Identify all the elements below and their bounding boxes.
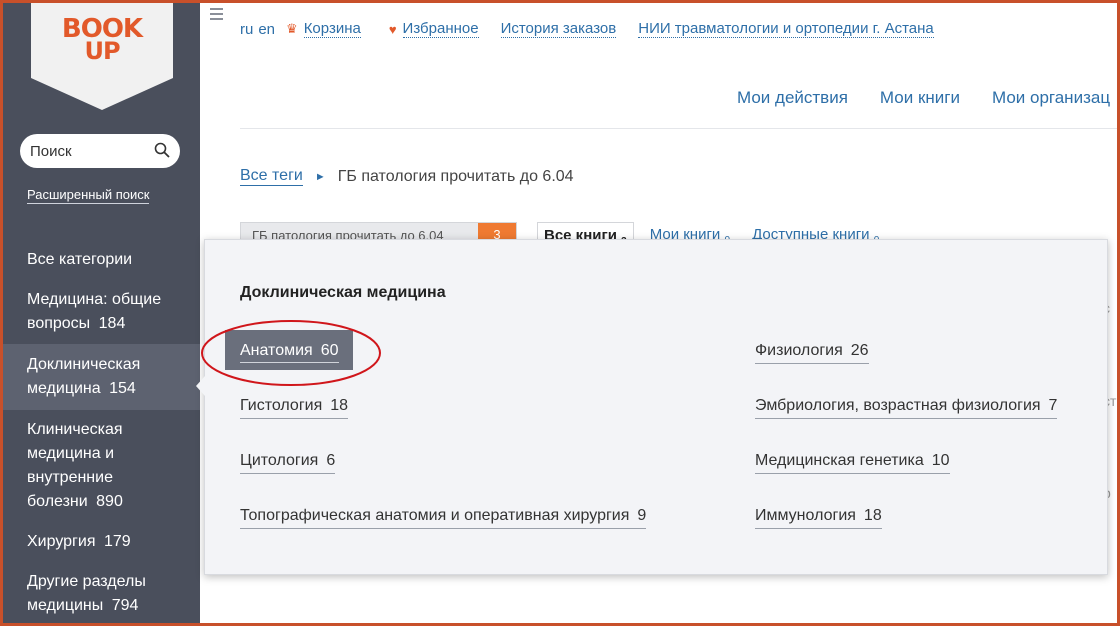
subcategory-count: 7	[1048, 397, 1058, 414]
search-icon[interactable]	[154, 142, 170, 158]
sidebar-item-count: 154	[109, 380, 136, 397]
subcategory-count: 10	[931, 452, 950, 469]
breadcrumb: Все теги ► ГБ патология прочитать до 6.0…	[240, 167, 574, 186]
nav-my-actions[interactable]: Мои действия	[737, 88, 848, 108]
search-box	[20, 134, 180, 168]
subcategory-embryology[interactable]: Эмбриология, возрастная физиология 7	[755, 397, 1058, 419]
favorites-link[interactable]: Избранное	[402, 20, 479, 38]
cart-link[interactable]: Корзина	[303, 20, 361, 38]
sidebar-item-label: Медицина: общие вопросы	[27, 291, 162, 332]
cart-icon: ♛	[286, 21, 298, 36]
sidebar-item-label: Хирургия	[27, 533, 96, 550]
sidebar-item-count: 179	[103, 533, 131, 550]
subcategory-histology[interactable]: Гистология 18	[240, 397, 349, 419]
search-input[interactable]	[30, 142, 150, 160]
sidebar-item-count: 890	[96, 493, 123, 510]
breadcrumb-root-link[interactable]: Все теги	[240, 167, 303, 186]
subcategory-medical-genetics[interactable]: Медицинская генетика 10	[755, 452, 950, 474]
popup-pointer-icon	[196, 376, 205, 396]
subcategory-count: 18	[863, 507, 882, 524]
sidebar-item-count: 184	[98, 315, 126, 332]
sidebar-item-count: 794	[111, 597, 139, 614]
nav-my-organization[interactable]: Мои организац	[992, 88, 1110, 108]
divider	[240, 128, 1120, 129]
subcategory-physiology[interactable]: Физиология 26	[755, 342, 869, 364]
lang-en-link[interactable]: en	[258, 21, 275, 38]
subcategory-immunology[interactable]: Иммунология 18	[755, 507, 882, 529]
sidebar: BOOK UP Расширенный поиск Все категории …	[3, 0, 200, 626]
subcategory-label: Медицинская генетика	[755, 452, 924, 469]
main-nav: Мои действия Мои книги Мои организац	[737, 88, 1110, 108]
popup-title: Доклиническая медицина	[240, 284, 446, 301]
logo[interactable]: BOOK UP	[31, 0, 173, 110]
subcategory-popup: Доклиническая медицина Анатомия 60 Гистол…	[204, 239, 1108, 575]
breadcrumb-current: ГБ патология прочитать до 6.04	[337, 167, 574, 185]
sidebar-item-medicine-general[interactable]: Медицина: общие вопросы 184	[3, 280, 200, 344]
subcategory-label: Топографическая анатомия и оперативная х…	[240, 507, 630, 524]
subcategory-label: Эмбриология, возрастная физиология	[755, 397, 1041, 414]
hamburger-menu-icon[interactable]	[210, 8, 223, 20]
sidebar-item-all-categories[interactable]: Все категории	[3, 240, 200, 280]
subcategory-label: Цитология	[240, 452, 319, 469]
advanced-search-link[interactable]: Расширенный поиск	[27, 187, 150, 204]
subcategory-label: Иммунология	[755, 507, 856, 524]
subcategory-count: 6	[326, 452, 336, 469]
subcategory-count: 60	[320, 342, 339, 359]
nav-my-books[interactable]: Мои книги	[880, 88, 960, 108]
sidebar-item-other-sections[interactable]: Другие разделы медицины 794	[3, 562, 200, 626]
subcategory-count: 9	[637, 507, 647, 524]
sidebar-item-preclinical-medicine[interactable]: Доклиническая медицина 154	[3, 344, 200, 410]
heart-icon: ♥	[388, 21, 397, 37]
sidebar-item-clinical-medicine[interactable]: Клиническая медицина и внутренние болезн…	[3, 410, 200, 522]
subcategory-cytology[interactable]: Цитология 6	[240, 452, 336, 474]
sidebar-item-label: Все категории	[27, 251, 133, 268]
organization-link[interactable]: НИИ травматологии и ортопедии г. Астана	[638, 20, 934, 38]
category-list: Все категории Медицина: общие вопросы 18…	[3, 240, 200, 626]
sidebar-item-surgery[interactable]: Хирургия 179	[3, 522, 200, 562]
subcategory-label: Физиология	[755, 342, 843, 359]
subcategory-count: 26	[850, 342, 869, 359]
subcategory-anatomy[interactable]: Анатомия 60	[225, 330, 353, 370]
breadcrumb-arrow-icon: ►	[314, 170, 326, 183]
subcategory-count: 18	[330, 397, 349, 414]
logo-line-2: UP	[84, 37, 120, 65]
subcategory-topographic-anatomy[interactable]: Топографическая анатомия и оперативная х…	[240, 507, 647, 529]
order-history-link[interactable]: История заказов	[500, 20, 617, 38]
subcategory-label: Анатомия	[240, 342, 313, 359]
subcategory-label: Гистология	[240, 397, 323, 414]
top-links: ru en ♛ Корзина ♥ Избранное История зака…	[240, 20, 934, 38]
lang-ru-link[interactable]: ru	[240, 21, 253, 38]
